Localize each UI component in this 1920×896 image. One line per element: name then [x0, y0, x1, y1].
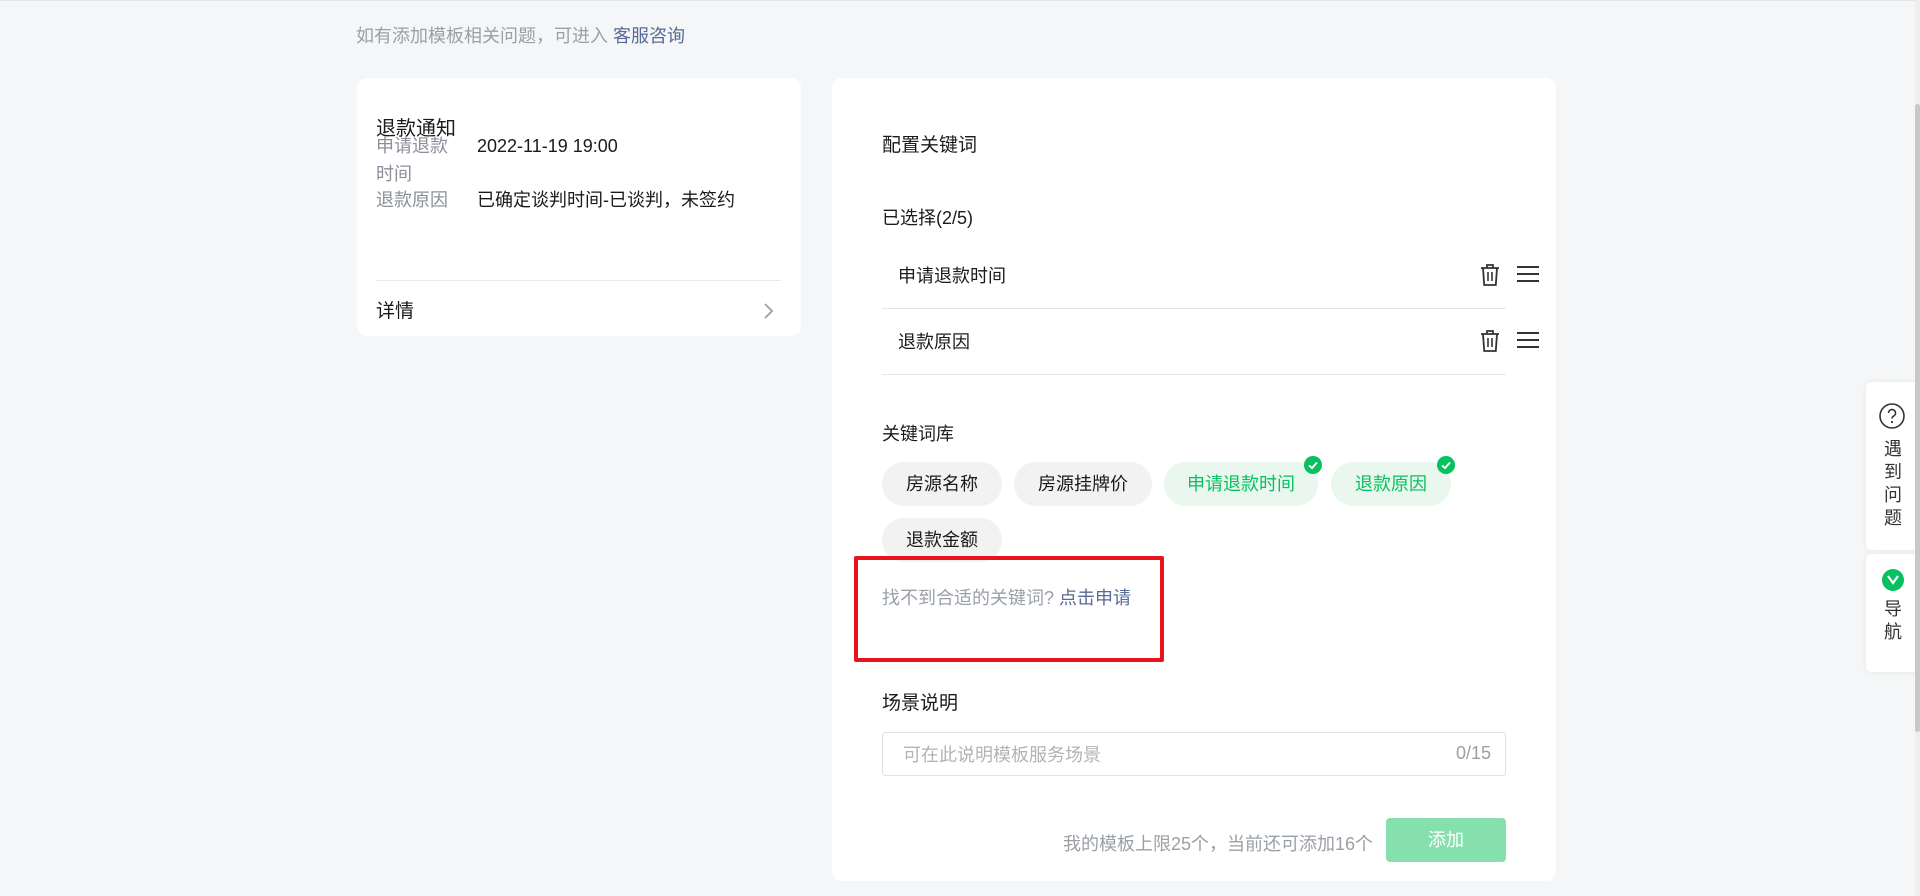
help-label: 遇到问题 [1866, 438, 1920, 530]
check-icon [1437, 456, 1455, 474]
keyword-chip[interactable]: 退款金额 [882, 518, 1002, 562]
nav-label: 导航 [1866, 598, 1920, 644]
help-side-button[interactable]: 遇到问题 [1866, 382, 1920, 550]
chevron-right-icon[interactable] [757, 300, 779, 322]
drag-handle-icon[interactable] [1516, 329, 1540, 351]
field-label-refund-time: 申请退款时间 [376, 136, 448, 184]
nav-logo-icon [1882, 569, 1904, 591]
keyword-chip-label: 退款金额 [906, 530, 978, 550]
char-count: 0/15 [1455, 743, 1491, 763]
apply-keyword-link[interactable]: 点击申请 [1059, 588, 1131, 608]
nav-side-button[interactable]: 导航 [1866, 554, 1920, 672]
drag-handle-icon[interactable] [1516, 263, 1540, 285]
field-value-refund-reason: 已确定谈判时间-已谈判，未签约 [477, 190, 735, 210]
selected-keyword-row: 申请退款时间 [882, 242, 1539, 309]
check-icon [1304, 456, 1322, 474]
add-button[interactable]: 添加 [1386, 818, 1506, 862]
notice-bar: 如有添加模板相关问题，可进入 客服咨询 [356, 22, 685, 48]
keyword-config-card: 配置关键词 已选择(2/5) 申请退款时间 退款原因 关键词库 房源名称 房源挂… [832, 78, 1556, 881]
help-label-text: 遇到问题 [1884, 439, 1902, 528]
field-label-refund-reason: 退款原因 [376, 190, 448, 210]
divider [376, 280, 781, 281]
template-preview-card: 退款通知 申请退款时间 2022-11-19 19:00 退款原因 已确定谈判时… [357, 78, 801, 336]
top-border [0, 0, 1920, 1]
apply-text: 找不到合适的关键词? [882, 588, 1055, 608]
field-value-refund-time: 2022-11-19 19:00 [477, 136, 618, 156]
notice-text: 如有添加模板相关问题，可进入 [356, 26, 613, 46]
config-title: 配置关键词 [882, 135, 978, 156]
nav-label-text: 导航 [1884, 599, 1902, 642]
apply-keyword-prompt: 找不到合适的关键词? 点击申请 [882, 584, 1131, 610]
detail-link[interactable]: 详情 [376, 296, 414, 323]
keyword-chip-label: 房源挂牌价 [1038, 474, 1128, 494]
trash-icon[interactable] [1478, 328, 1502, 354]
scene-title: 场景说明 [882, 693, 959, 714]
keyword-library-title: 关键词库 [882, 424, 954, 444]
scene-description-field[interactable]: 0/15 [882, 732, 1506, 777]
scrollbar-thumb[interactable] [1915, 104, 1920, 732]
keyword-chip-label: 退款原因 [1355, 474, 1427, 494]
selected-count-title: 已选择(2/5) [882, 208, 974, 228]
keyword-chip-label: 申请退款时间 [1187, 474, 1295, 494]
keyword-chip-selected[interactable]: 退款原因 [1331, 456, 1455, 506]
selected-keyword-row: 退款原因 [882, 308, 1539, 375]
selected-keyword-label: 退款原因 [898, 332, 970, 352]
keyword-chip-label: 房源名称 [906, 474, 978, 494]
trash-icon[interactable] [1478, 262, 1502, 288]
keyword-chip-selected[interactable]: 申请退款时间 [1164, 456, 1322, 506]
keyword-chip[interactable]: 房源挂牌价 [1014, 462, 1152, 506]
question-icon [1879, 403, 1905, 429]
scene-description-input[interactable] [883, 733, 1445, 777]
template-limit-text: 我的模板上限25个，当前还可添加16个 [1063, 834, 1374, 854]
customer-service-link[interactable]: 客服咨询 [613, 26, 685, 46]
keyword-chip[interactable]: 房源名称 [882, 462, 1002, 506]
selected-keyword-label: 申请退款时间 [898, 266, 1006, 286]
